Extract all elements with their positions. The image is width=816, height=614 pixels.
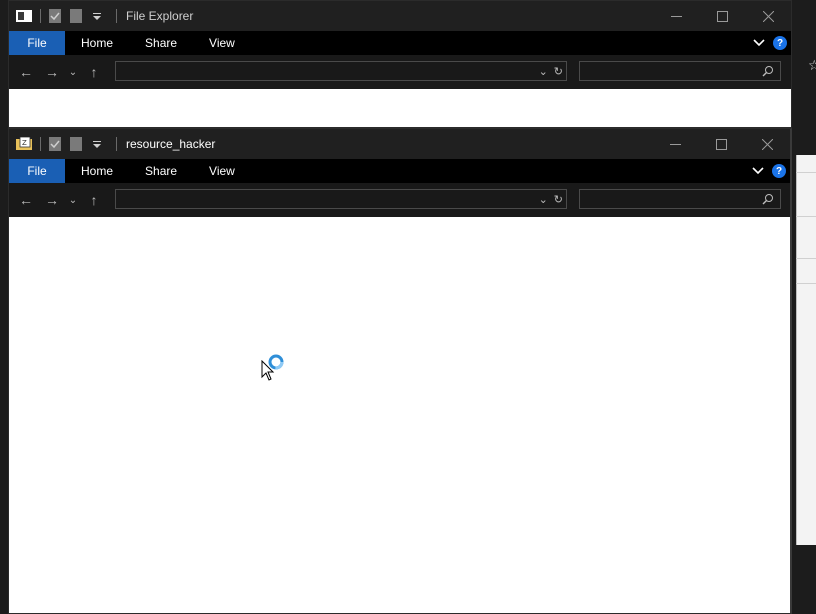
- up-button[interactable]: ↑: [81, 55, 107, 89]
- minimize-icon: [670, 15, 682, 17]
- forward-button[interactable]: →: [39, 55, 65, 89]
- quick-access-toolbar: [9, 9, 124, 23]
- navigation-bar: ← → ⌄ ↑ ⌄ ↻: [9, 183, 790, 217]
- background-window-content: [796, 155, 816, 545]
- close-icon: [761, 138, 773, 150]
- arrow-left-icon: ←: [19, 64, 33, 80]
- tab-share[interactable]: Share: [129, 159, 193, 183]
- back-button[interactable]: ←: [13, 55, 39, 89]
- star-icon: ☆: [808, 57, 816, 73]
- arrow-right-icon: →: [45, 192, 59, 208]
- close-button[interactable]: [745, 1, 791, 31]
- title-bar[interactable]: File Explorer: [9, 1, 791, 31]
- separator: [116, 137, 117, 151]
- file-list-area[interactable]: [9, 89, 791, 127]
- ribbon-controls: ?: [752, 159, 786, 183]
- window-controls: [652, 129, 790, 159]
- search-box[interactable]: [579, 189, 781, 209]
- tab-home[interactable]: Home: [65, 159, 129, 183]
- tab-home[interactable]: Home: [65, 31, 129, 55]
- recent-locations-button[interactable]: ⌄: [65, 55, 81, 89]
- navigation-bar: ← → ⌄ ↑ ⌄ ↻: [9, 55, 791, 89]
- chevron-down-icon: ⌄: [68, 66, 78, 78]
- close-button[interactable]: [744, 129, 790, 159]
- background-window-border: [796, 155, 797, 545]
- recent-locations-button[interactable]: ⌄: [65, 183, 81, 217]
- resource-hacker-window[interactable]: Z resource_hacker File Home Share View ?…: [8, 128, 792, 614]
- customize-toolbar-icon[interactable]: [92, 137, 108, 151]
- maximize-icon: [716, 10, 728, 22]
- address-bar[interactable]: ⌄ ↻: [115, 61, 567, 81]
- forward-button[interactable]: →: [39, 183, 65, 217]
- separator: [116, 9, 117, 23]
- chevron-down-icon: ⌄: [68, 194, 78, 206]
- refresh-icon[interactable]: ↻: [554, 193, 563, 206]
- ribbon-controls: ?: [753, 31, 787, 55]
- properties-icon[interactable]: [48, 137, 64, 151]
- back-button[interactable]: ←: [13, 183, 39, 217]
- quick-access-toolbar: Z: [9, 136, 124, 151]
- separator: [40, 137, 41, 151]
- minimize-button[interactable]: [653, 1, 699, 31]
- separator: [40, 9, 41, 23]
- background-divider: [796, 283, 816, 284]
- window-title: resource_hacker: [126, 137, 216, 151]
- arrow-left-icon: ←: [19, 192, 33, 208]
- file-explorer-window[interactable]: File Explorer File Home Share View ? ← →…: [8, 0, 792, 128]
- address-dropdown-icon[interactable]: ⌄: [539, 193, 548, 206]
- maximize-button[interactable]: [698, 129, 744, 159]
- search-box[interactable]: [579, 61, 781, 81]
- tab-view[interactable]: View: [193, 159, 251, 183]
- search-icon[interactable]: [762, 193, 774, 208]
- properties-icon[interactable]: [48, 9, 64, 23]
- file-list-area[interactable]: [9, 217, 790, 613]
- refresh-icon[interactable]: ↻: [554, 65, 563, 78]
- address-dropdown-icon[interactable]: ⌄: [539, 65, 548, 78]
- tab-file[interactable]: File: [9, 159, 65, 183]
- address-controls: ⌄ ↻: [539, 62, 563, 80]
- tab-share[interactable]: Share: [129, 31, 193, 55]
- background-divider: [796, 216, 816, 217]
- address-controls: ⌄ ↻: [539, 190, 563, 208]
- maximize-icon: [715, 138, 727, 150]
- up-button[interactable]: ↑: [81, 183, 107, 217]
- background-divider: [796, 258, 816, 259]
- window-controls: [653, 1, 791, 31]
- new-folder-icon[interactable]: [70, 137, 86, 151]
- help-icon[interactable]: ?: [772, 164, 786, 178]
- help-icon[interactable]: ?: [773, 36, 787, 50]
- background-divider: [796, 172, 816, 173]
- folder-app-icon: Z: [16, 136, 32, 151]
- ribbon-tabs: File Home Share View ?: [9, 159, 790, 183]
- maximize-button[interactable]: [699, 1, 745, 31]
- customize-toolbar-icon[interactable]: [92, 9, 108, 23]
- close-icon: [762, 10, 774, 22]
- tab-view[interactable]: View: [193, 31, 251, 55]
- ribbon-tabs: File Home Share View ?: [9, 31, 791, 55]
- search-icon[interactable]: [762, 65, 774, 80]
- title-bar[interactable]: Z resource_hacker: [9, 129, 790, 159]
- tab-file[interactable]: File: [9, 31, 65, 55]
- arrow-right-icon: →: [45, 64, 59, 80]
- minimize-button[interactable]: [652, 129, 698, 159]
- svg-text:Z: Z: [22, 139, 27, 147]
- arrow-up-icon: ↑: [90, 192, 98, 208]
- busy-cursor-icon: [268, 354, 284, 370]
- arrow-up-icon: ↑: [90, 64, 98, 80]
- expand-ribbon-icon[interactable]: [752, 164, 764, 178]
- explorer-app-icon: [16, 9, 32, 23]
- minimize-icon: [669, 143, 681, 145]
- new-folder-icon[interactable]: [70, 9, 86, 23]
- address-bar[interactable]: ⌄ ↻: [115, 189, 567, 209]
- expand-ribbon-icon[interactable]: [753, 36, 765, 50]
- window-title: File Explorer: [126, 9, 194, 23]
